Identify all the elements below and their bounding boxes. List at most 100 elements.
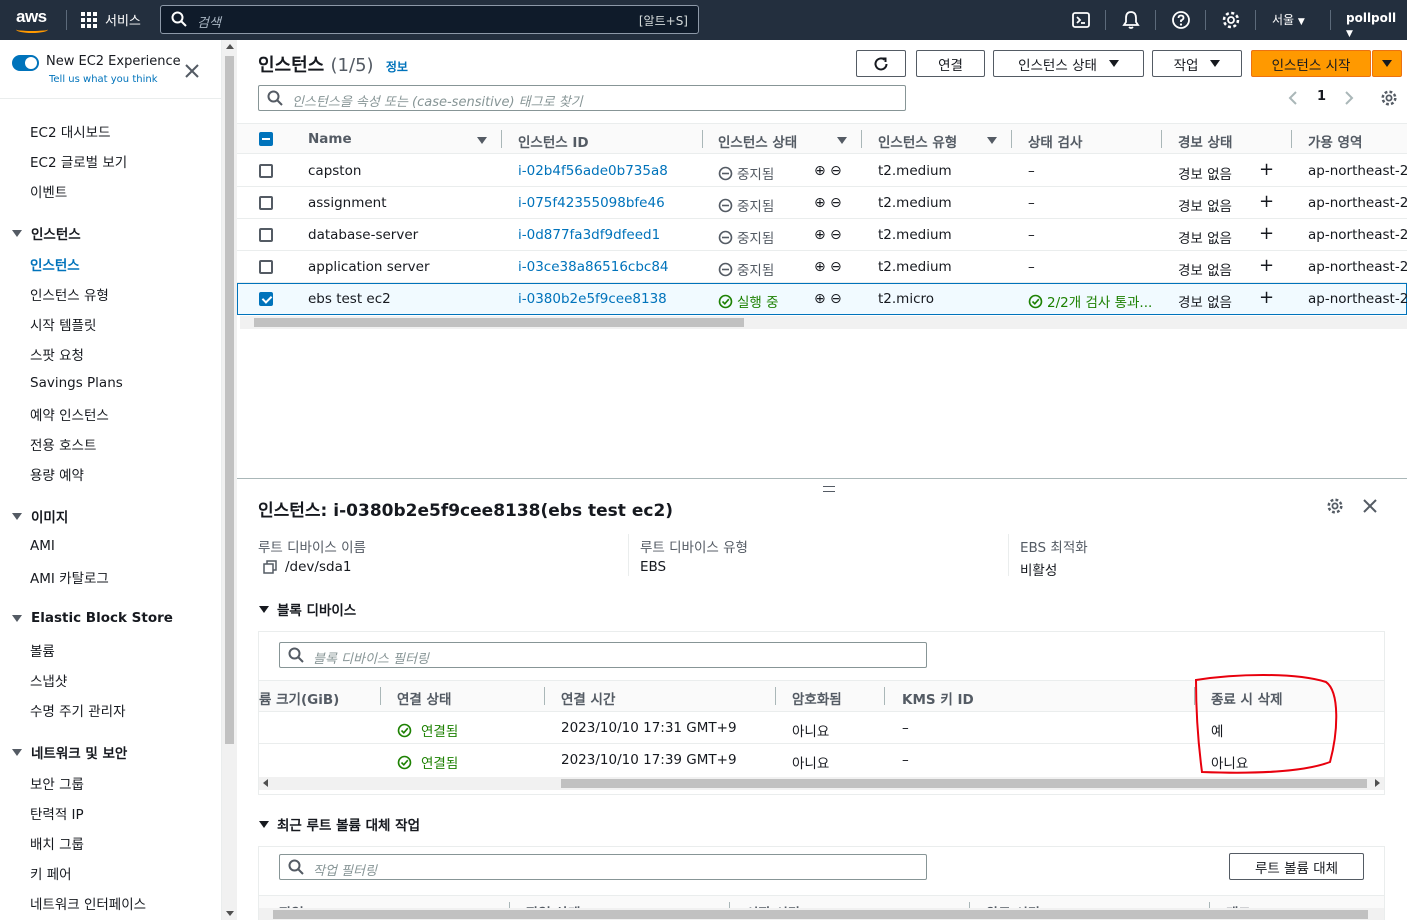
table-row[interactable]: application server i-03ce38a86516cbc84 중… — [237, 251, 1407, 283]
column-attach-time[interactable]: 연결 시간 — [561, 688, 615, 708]
row-checkbox[interactable] — [259, 292, 273, 306]
chevron-right-icon[interactable] — [1343, 90, 1355, 106]
copy-icon[interactable] — [263, 560, 277, 574]
launch-instance-dropdown[interactable] — [1372, 50, 1402, 77]
new-experience-toggle[interactable] — [12, 55, 39, 71]
feedback-link[interactable]: Tell us what you think — [49, 74, 158, 85]
page-number[interactable]: 1 — [1317, 89, 1326, 104]
column-instance-type[interactable]: 인스턴스 유형 — [878, 131, 957, 151]
instance-id-link[interactable]: i-03ce38a86516cbc84 — [518, 259, 669, 275]
sidebar-item-launch-templates[interactable]: 시작 템플릿 — [30, 314, 96, 334]
row-checkbox[interactable] — [259, 260, 273, 274]
sidebar-item-instance-types[interactable]: 인스턴스 유형 — [30, 284, 109, 304]
table-row[interactable]: database-server i-0d877fa3df9dfeed1 중지됨 … — [237, 219, 1407, 251]
block-device-filter-input[interactable]: 블록 디바이스 필터링 — [279, 642, 927, 668]
zoom-in-icon[interactable]: ⊕ — [814, 163, 826, 179]
sidebar-item-volumes[interactable]: 볼륨 — [30, 640, 55, 660]
sidebar-item-capacity-reservations[interactable]: 용량 예약 — [30, 464, 84, 484]
zoom-in-icon[interactable]: ⊕ — [814, 227, 826, 243]
row-checkbox[interactable] — [259, 164, 273, 178]
instance-search-input[interactable]: 인스턴스을 속성 또는 (case-sensitive) 태그로 찾기 — [258, 85, 906, 111]
tasks-scrollbar[interactable] — [259, 908, 1384, 920]
table-row-selected[interactable]: ebs test ec2 i-0380b2e5f9cee8138 실행 중 ⊕ ⊖… — [237, 283, 1407, 315]
instance-id-link[interactable]: i-0d877fa3df9dfeed1 — [518, 227, 660, 243]
zoom-in-icon[interactable]: ⊕ — [814, 291, 826, 307]
add-alarm-icon[interactable]: + — [1259, 255, 1274, 276]
gear-icon[interactable] — [1221, 10, 1241, 30]
sidebar-item-dashboard[interactable]: EC2 대시보드 — [30, 121, 111, 141]
row-checkbox[interactable] — [259, 196, 273, 210]
add-alarm-icon[interactable]: + — [1259, 191, 1274, 212]
sidebar-item-placement-groups[interactable]: 배치 그룹 — [30, 833, 84, 853]
resize-handle-icon[interactable] — [823, 486, 835, 492]
scroll-left-icon[interactable] — [263, 779, 268, 787]
root-volume-replacement-section-toggle[interactable]: 최근 루트 볼륨 대체 작업 — [259, 814, 420, 834]
global-search-input[interactable]: 검색 [알트+S] — [160, 5, 699, 34]
scroll-right-icon[interactable] — [1375, 779, 1380, 787]
sidebar-item-network-interfaces[interactable]: 네트워크 인터페이스 — [30, 893, 146, 913]
sidebar-item-snapshots[interactable]: 스냅샷 — [30, 670, 67, 690]
scrollbar-thumb[interactable] — [254, 318, 744, 327]
select-all-checkbox[interactable] — [259, 132, 273, 146]
column-instance-id[interactable]: 인스턴스 ID — [518, 131, 589, 151]
actions-button[interactable]: 작업 — [1152, 50, 1242, 77]
chevron-left-icon[interactable] — [1287, 90, 1299, 106]
close-icon[interactable] — [1362, 498, 1378, 514]
block-devices-section-toggle[interactable]: 블록 디바이스 — [259, 599, 356, 619]
refresh-button[interactable] — [856, 50, 906, 77]
help-icon[interactable] — [1171, 10, 1191, 30]
sidebar-item-global-view[interactable]: EC2 글로벌 보기 — [30, 151, 127, 171]
column-attach-status[interactable]: 연결 상태 — [397, 688, 451, 708]
preferences-gear-icon[interactable] — [1380, 89, 1398, 107]
sidebar-item-reserved-instances[interactable]: 예약 인스턴스 — [30, 404, 109, 424]
add-alarm-icon[interactable]: + — [1259, 223, 1274, 244]
column-status-check[interactable]: 상태 검사 — [1028, 131, 1082, 151]
zoom-out-icon[interactable]: ⊖ — [830, 227, 842, 243]
scrollbar-thumb[interactable] — [561, 779, 1367, 788]
sidebar-item-instances[interactable]: 인스턴스 — [30, 254, 80, 274]
column-name[interactable]: Name — [308, 131, 352, 147]
sidebar-section-network[interactable]: 네트워크 및 보안 — [12, 742, 127, 762]
info-link[interactable]: 정보 — [386, 60, 408, 74]
column-kms-key-id[interactable]: KMS 키 ID — [902, 688, 974, 708]
sidebar-item-ami-catalog[interactable]: AMI 카탈로그 — [30, 567, 109, 587]
table-row[interactable]: capston i-02b4f56ade0b735a8 중지됨 ⊕ ⊖ t2.me… — [237, 155, 1407, 187]
launch-instance-button[interactable]: 인스턴스 시작 — [1251, 50, 1371, 77]
sidebar-section-images[interactable]: 이미지 — [12, 506, 68, 526]
sidebar-section-instances[interactable]: 인스턴스 — [12, 223, 81, 243]
sidebar-item-dedicated-hosts[interactable]: 전용 호스트 — [30, 434, 96, 454]
connect-button[interactable]: 연결 — [916, 50, 985, 77]
zoom-in-icon[interactable]: ⊕ — [814, 259, 826, 275]
scroll-up-icon[interactable] — [226, 44, 234, 49]
instance-id-link[interactable]: i-075f42355098bfe46 — [518, 195, 665, 211]
sidebar-item-key-pairs[interactable]: 키 페어 — [30, 863, 72, 883]
sidebar-scrollbar[interactable] — [222, 40, 237, 920]
zoom-out-icon[interactable]: ⊖ — [830, 259, 842, 275]
task-filter-input[interactable]: 작업 필터링 — [279, 854, 927, 880]
account-menu[interactable]: pollpoll ▼ — [1346, 11, 1407, 39]
sidebar-item-elastic-ips[interactable]: 탄력적 IP — [30, 803, 84, 823]
zoom-out-icon[interactable]: ⊖ — [830, 195, 842, 211]
cloudshell-icon[interactable] — [1071, 10, 1091, 30]
sidebar-item-security-groups[interactable]: 보안 그룹 — [30, 773, 84, 793]
sort-icon[interactable] — [477, 137, 487, 144]
add-alarm-icon[interactable]: + — [1259, 287, 1274, 308]
column-availability-zone[interactable]: 가용 영역 — [1308, 131, 1362, 151]
add-alarm-icon[interactable]: + — [1259, 159, 1274, 180]
column-volume-size[interactable]: 륨 크기(GiB) — [259, 688, 339, 708]
sidebar-item-events[interactable]: 이벤트 — [30, 181, 67, 201]
region-selector[interactable]: 서울 ▼ — [1272, 11, 1305, 28]
sort-icon[interactable] — [837, 137, 847, 144]
replace-root-volume-button[interactable]: 루트 볼륨 대체 — [1229, 853, 1364, 880]
bell-icon[interactable] — [1121, 10, 1141, 30]
scrollbar-thumb[interactable] — [225, 56, 234, 744]
column-instance-state[interactable]: 인스턴스 상태 — [718, 131, 797, 151]
sidebar-item-savings-plans[interactable]: Savings Plans — [30, 375, 123, 391]
column-alarm-status[interactable]: 경보 상태 — [1178, 131, 1232, 151]
aws-logo[interactable]: aws — [14, 6, 54, 34]
scrollbar-thumb[interactable] — [273, 910, 1368, 919]
zoom-out-icon[interactable]: ⊖ — [830, 291, 842, 307]
table-row[interactable]: assignment i-075f42355098bfe46 중지됨 ⊕ ⊖ t2… — [237, 187, 1407, 219]
services-menu-button[interactable]: 서비스 — [81, 10, 141, 29]
sort-icon[interactable] — [987, 137, 997, 144]
